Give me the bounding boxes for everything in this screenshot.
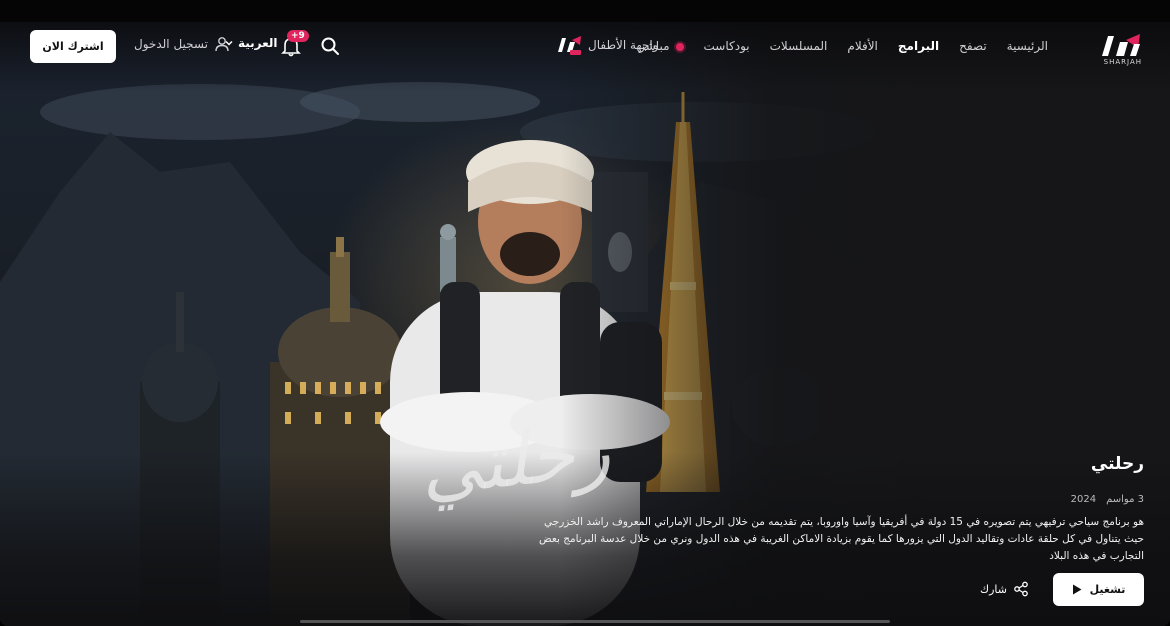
- show-title: رحلتي: [1090, 454, 1144, 474]
- play-button[interactable]: تشغيل: [1053, 573, 1144, 606]
- notification-badge: 9+: [287, 30, 309, 42]
- main-nav: الرئيسية تصفح البرامج الأفلام المسلسلات …: [619, 36, 1048, 56]
- show-description: هو برنامج سياحي ترفيهي يتم تصويره في 15 …: [539, 516, 1144, 562]
- nav-item-browse[interactable]: تصفح: [959, 36, 987, 56]
- show-year: 2024: [1070, 494, 1097, 505]
- language-selector[interactable]: العربية: [224, 36, 278, 50]
- login-label: تسجيل الدخول: [134, 37, 208, 51]
- scroll-indicator: [300, 620, 890, 623]
- share-button[interactable]: شارك: [980, 581, 1029, 597]
- browser-top-strip: [0, 0, 1170, 22]
- login-link[interactable]: تسجيل الدخول: [134, 36, 230, 52]
- search-icon[interactable]: [320, 36, 340, 56]
- subscribe-button[interactable]: اشترك الان: [30, 30, 116, 63]
- share-label: شارك: [980, 582, 1007, 596]
- user-icon: [215, 37, 229, 52]
- nav-item-series[interactable]: المسلسلات: [770, 36, 828, 56]
- show-meta: 3 مواسم 2024: [1071, 494, 1144, 505]
- kids-interface-link[interactable]: واجهة الأطفال: [556, 34, 659, 56]
- language-label: العربية: [238, 36, 278, 50]
- nav-item-podcast[interactable]: بودكاست: [704, 36, 750, 56]
- play-icon: [1072, 584, 1082, 595]
- brand-logo-sub: SHARJAH: [1103, 58, 1142, 66]
- kids-logo-icon: [558, 36, 581, 55]
- nav-item-programs[interactable]: البرامج: [898, 36, 939, 56]
- kids-interface-label: واجهة الأطفال: [588, 38, 659, 52]
- nav-item-home[interactable]: الرئيسية: [1007, 36, 1048, 56]
- play-button-label: تشغيل: [1089, 583, 1126, 596]
- share-icon: [1014, 581, 1028, 597]
- site-header: SHARJAH الرئيسية تصفح البرامج الأفلام ال…: [0, 30, 1170, 66]
- hero-banner: رحلتي SHARJAH الرئيسية تصفح البرامج الأف…: [0, 22, 1170, 626]
- live-dot-icon: [675, 42, 684, 51]
- nav-item-movies[interactable]: الأفلام: [847, 36, 878, 56]
- show-seasons: 3 مواسم: [1106, 494, 1144, 505]
